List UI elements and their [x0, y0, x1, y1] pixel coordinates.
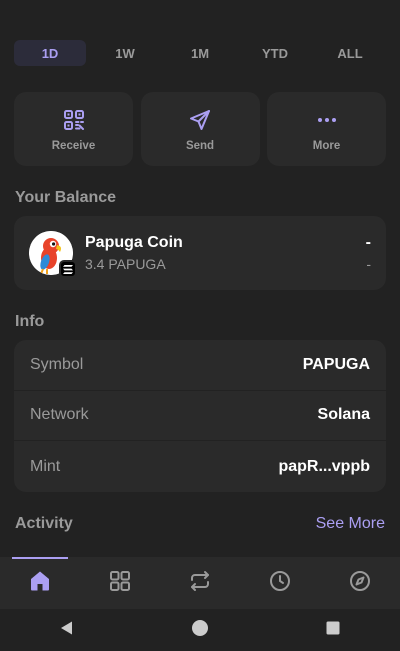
info-row-mint[interactable]: Mint papR...vppb — [14, 441, 386, 492]
tab-ytd[interactable]: YTD — [239, 40, 311, 66]
compass-icon — [348, 569, 372, 598]
info-key: Network — [30, 406, 89, 424]
paper-plane-icon — [186, 106, 214, 134]
tab-1w[interactable]: 1W — [89, 40, 161, 66]
info-key: Mint — [30, 457, 61, 475]
home-circle-icon — [191, 619, 209, 642]
back-icon — [59, 620, 75, 641]
tab-all[interactable]: ALL — [314, 40, 386, 66]
system-recents-button[interactable] — [313, 610, 353, 650]
system-home-button[interactable] — [180, 610, 220, 650]
nav-home[interactable] — [12, 557, 68, 609]
send-button[interactable]: Send — [140, 92, 260, 166]
more-label: More — [312, 140, 341, 152]
info-row-symbol: Symbol PAPUGA — [14, 340, 386, 391]
activity-section-title: Activity — [15, 515, 73, 532]
time-range-tabs: 1D 1W 1M YTD ALL — [14, 40, 386, 66]
info-card: Symbol PAPUGA Network Solana Mint papR..… — [14, 340, 386, 492]
system-back-button[interactable] — [47, 610, 87, 650]
nav-collectibles[interactable] — [92, 557, 148, 609]
swap-arrows-icon — [188, 569, 212, 598]
info-key: Symbol — [30, 355, 84, 373]
recents-icon — [325, 620, 341, 641]
more-dots-icon — [313, 106, 341, 134]
grid-icon — [108, 569, 132, 598]
token-amount: 3.4 PAPUGA — [85, 256, 166, 272]
receive-label: Receive — [51, 140, 96, 152]
more-button[interactable]: More — [267, 92, 386, 166]
balance-section-title: Your Balance — [15, 189, 117, 206]
clock-icon — [268, 569, 292, 598]
info-row-network: Network Solana — [14, 391, 386, 442]
token-value: - — [365, 234, 371, 251]
qr-code-icon — [60, 106, 88, 134]
solana-badge-icon — [59, 260, 77, 278]
token-balance-card[interactable]: Papuga Coin 3.4 PAPUGA - - — [14, 216, 386, 290]
action-buttons: Receive Send More — [14, 92, 386, 166]
receive-button[interactable]: Receive — [14, 92, 133, 166]
info-section-title: Info — [15, 313, 45, 330]
tab-1m[interactable]: 1M — [164, 40, 236, 66]
send-label: Send — [185, 140, 215, 152]
nav-swap[interactable] — [172, 557, 228, 609]
info-value: Solana — [317, 406, 370, 424]
bottom-nav — [0, 557, 400, 609]
nav-explore[interactable] — [332, 557, 388, 609]
token-name: Papuga Coin — [85, 234, 183, 251]
info-value: PAPUGA — [302, 355, 370, 373]
token-change: - — [366, 256, 371, 272]
nav-activity[interactable] — [252, 557, 308, 609]
system-nav-bar — [0, 609, 400, 651]
mint-address[interactable]: papR...vppb — [278, 458, 370, 476]
see-more-link[interactable]: See More — [316, 515, 385, 533]
tab-1d[interactable]: 1D — [14, 40, 86, 66]
home-icon — [28, 569, 52, 598]
